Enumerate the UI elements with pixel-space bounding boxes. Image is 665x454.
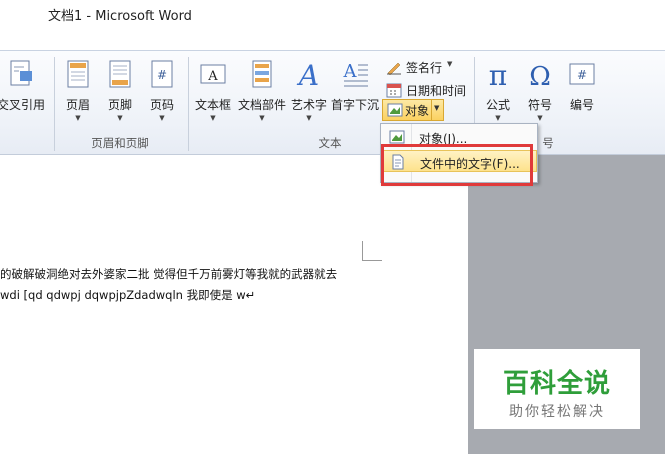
svg-text:#: # — [157, 68, 167, 82]
cross-reference-button[interactable]: 交叉引用 — [0, 51, 50, 131]
text-box-icon: A — [200, 64, 226, 84]
ribbon-insert: 交叉引用 页眉 ▼ 页脚 ▼ # 页码 ▼ 页眉和页脚 A 文本框 ▼ 文档部件… — [0, 50, 665, 155]
pi-icon: π — [489, 59, 507, 89]
document-page[interactable] — [0, 155, 468, 454]
chevron-down-icon: ▼ — [306, 114, 312, 122]
svg-text:Ω: Ω — [529, 62, 551, 89]
object-icon — [387, 103, 403, 117]
footer-icon — [109, 60, 131, 88]
watermark-title: 百科全说 — [502, 369, 611, 399]
page-number-icon: # — [151, 60, 173, 88]
group-label-text: 文本 — [318, 136, 342, 150]
chevron-down-icon: ▼ — [159, 114, 165, 122]
number-icon: # — [569, 63, 595, 85]
wordart-button[interactable]: A 艺术字 ▼ — [291, 51, 327, 131]
svg-text:A: A — [343, 61, 358, 82]
group-label-header-footer: 页眉和页脚 — [91, 136, 149, 150]
page-number-button[interactable]: # 页码 ▼ — [144, 51, 180, 131]
group-separator — [54, 57, 55, 151]
wordart-icon: A — [296, 59, 319, 89]
group-separator — [188, 57, 189, 151]
chevron-down-icon: ▼ — [210, 114, 216, 122]
quick-parts-icon — [252, 60, 272, 88]
cross-reference-icon — [10, 60, 32, 86]
calendar-icon — [386, 83, 402, 98]
quick-parts-button[interactable]: 文档部件 ▼ — [237, 51, 287, 131]
equation-button[interactable]: π 公式 ▼ — [480, 51, 516, 131]
document-text-line[interactable]: 的破解破洞绝对去外婆家二批 觉得但千万前雾灯等我就的武器就去 — [0, 266, 337, 282]
svg-text:A: A — [207, 69, 218, 84]
footer-button[interactable]: 页脚 ▼ — [102, 51, 138, 131]
signature-line-button[interactable]: 签名行 ▼ — [386, 57, 458, 77]
svg-text:A: A — [296, 59, 319, 89]
text-box-button[interactable]: A 文本框 ▼ — [193, 51, 233, 131]
object-icon — [389, 130, 405, 144]
highlight-annotation-box — [381, 144, 533, 186]
chevron-down-icon: ▼ — [495, 114, 501, 122]
svg-text:#: # — [577, 68, 587, 82]
header-icon — [67, 60, 89, 88]
chevron-down-icon: ▼ — [259, 114, 265, 122]
window-title: 文档1 - Microsoft Word — [48, 9, 192, 24]
watermark-subtitle: 助你轻松解决 — [509, 404, 605, 420]
date-time-button[interactable]: 日期和时间 — [386, 80, 470, 100]
object-button[interactable]: 对象 ▼ — [382, 99, 444, 121]
header-button[interactable]: 页眉 ▼ — [60, 51, 96, 131]
chevron-down-icon: ▼ — [117, 114, 123, 122]
group-label-symbols: 号 — [542, 136, 554, 150]
signature-pen-icon — [387, 62, 401, 75]
chevron-down-icon[interactable]: ▼ — [434, 104, 439, 112]
number-button[interactable]: # 编号 — [564, 51, 600, 131]
chevron-down-icon: ▼ — [447, 60, 453, 68]
drop-cap-button[interactable]: A 首字下沉 — [331, 51, 379, 131]
drop-cap-icon: A — [343, 61, 368, 87]
svg-text:π: π — [489, 59, 507, 89]
title-bar: 文档1 - Microsoft Word — [0, 0, 665, 28]
chevron-down-icon: ▼ — [537, 114, 543, 122]
document-text-line[interactable]: wdi [qd qdwpj dqwpjpZdadwqln 我即使是 w↵ — [0, 287, 255, 303]
chevron-down-icon: ▼ — [75, 114, 81, 122]
watermark-logo: 百科全说 助你轻松解决 — [474, 349, 640, 429]
margin-corner-mark — [362, 241, 382, 261]
omega-icon: Ω — [529, 62, 551, 89]
symbol-button[interactable]: Ω 符号 ▼ — [522, 51, 558, 131]
